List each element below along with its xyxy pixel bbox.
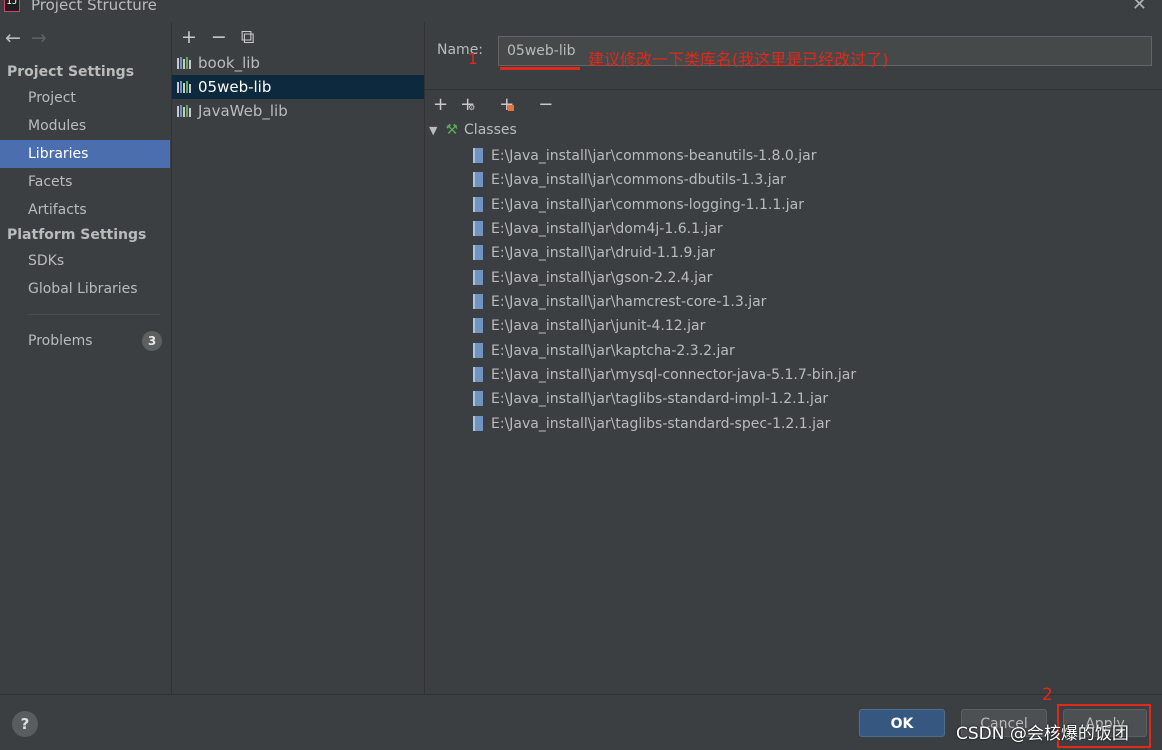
library-toolbar: + − ⧉ bbox=[181, 26, 268, 48]
dialog-footer: ? OK Cancel Apply 2 CSDN @会核爆的饭团 bbox=[0, 685, 1162, 750]
nav-item-facets[interactable]: Facets bbox=[0, 168, 170, 196]
expand-arrow-icon[interactable]: ▼ bbox=[429, 124, 437, 137]
jar-icon bbox=[473, 197, 483, 212]
library-icon bbox=[177, 57, 191, 69]
class-path-item[interactable]: E:\Java_install\jar\junit-4.12.jar bbox=[473, 314, 705, 338]
library-icon bbox=[177, 105, 191, 117]
project-settings-header: Project Settings bbox=[7, 64, 135, 80]
problems-count-badge: 3 bbox=[142, 331, 162, 351]
class-path-item[interactable]: E:\Java_install\jar\commons-logging-1.1.… bbox=[473, 193, 804, 217]
library-item-label: JavaWeb_lib bbox=[198, 102, 288, 120]
class-path-item[interactable]: E:\Java_install\jar\commons-dbutils-1.3.… bbox=[473, 168, 786, 192]
class-path-label: E:\Java_install\jar\commons-beanutils-1.… bbox=[491, 148, 817, 164]
class-path-item[interactable]: E:\Java_install\jar\commons-beanutils-1.… bbox=[473, 144, 816, 168]
jar-icon bbox=[473, 221, 483, 236]
classes-tree-root[interactable]: ▼ ⚒ Classes bbox=[429, 122, 517, 138]
class-path-item[interactable]: E:\Java_install\jar\dom4j-1.6.1.jar bbox=[473, 217, 723, 241]
nav-item-artifacts[interactable]: Artifacts bbox=[0, 196, 170, 224]
jar-icon bbox=[473, 294, 483, 309]
jar-icon bbox=[473, 318, 483, 333]
class-path-label: E:\Java_install\jar\hamcrest-core-1.3.ja… bbox=[491, 294, 767, 310]
class-path-label: E:\Java_install\jar\taglibs-standard-spe… bbox=[491, 416, 831, 432]
library-icon bbox=[177, 81, 191, 93]
class-path-label: E:\Java_install\jar\commons-dbutils-1.3.… bbox=[491, 172, 786, 188]
class-path-item[interactable]: E:\Java_install\jar\gson-2.2.4.jar bbox=[473, 266, 712, 290]
annotation-underline bbox=[500, 67, 580, 70]
jar-icon bbox=[473, 416, 483, 431]
library-detail-panel: Name: 05web-lib 1 建议修改一下类库名(我这里是已经改过了) +… bbox=[425, 22, 1162, 694]
class-path-label: E:\Java_install\jar\gson-2.2.4.jar bbox=[491, 270, 713, 286]
class-path-item[interactable]: E:\Java_install\jar\mysql-connector-java… bbox=[473, 363, 856, 387]
add-library-icon[interactable]: + bbox=[181, 26, 197, 48]
intellij-app-icon: IJ bbox=[4, 0, 20, 12]
class-path-label: E:\Java_install\jar\kaptcha-2.3.2.jar bbox=[491, 343, 735, 359]
class-path-label: E:\Java_install\jar\dom4j-1.6.1.jar bbox=[491, 221, 723, 237]
jar-icon bbox=[473, 172, 483, 187]
library-item[interactable]: JavaWeb_lib bbox=[172, 99, 424, 123]
back-arrow-icon[interactable]: ← bbox=[5, 27, 21, 49]
class-path-item[interactable]: E:\Java_install\jar\druid-1.1.9.jar bbox=[473, 241, 715, 265]
history-arrows: ← → bbox=[5, 27, 57, 49]
nav-item-global-libraries[interactable]: Global Libraries bbox=[0, 275, 170, 303]
class-path-item[interactable]: E:\Java_install\jar\hamcrest-core-1.3.ja… bbox=[473, 290, 766, 314]
library-item-label: 05web-lib bbox=[198, 78, 272, 96]
class-path-item[interactable]: E:\Java_install\jar\taglibs-standard-spe… bbox=[473, 412, 830, 436]
class-path-label: E:\Java_install\jar\mysql-connector-java… bbox=[491, 367, 857, 383]
annotation-text: 建议修改一下类库名(我这里是已经改过了) bbox=[588, 50, 889, 69]
class-path-label: E:\Java_install\jar\commons-logging-1.1.… bbox=[491, 197, 804, 213]
classes-toolbar: + + ⚙ + − bbox=[433, 94, 565, 115]
jar-icon bbox=[473, 270, 483, 285]
close-icon[interactable]: ✕ bbox=[1132, 0, 1147, 15]
help-button[interactable]: ? bbox=[12, 711, 38, 737]
annotation-number-2: 2 bbox=[1042, 685, 1053, 705]
library-list-panel: + − ⧉ book_lib 05web-lib JavaWeb_lib bbox=[171, 22, 425, 694]
jar-icon bbox=[473, 343, 483, 358]
classes-hammer-icon: ⚒ bbox=[445, 122, 459, 138]
nav-divider bbox=[28, 314, 160, 315]
title-bar: IJ Project Structure ✕ bbox=[0, 0, 1162, 20]
window-title: Project Structure bbox=[31, 0, 157, 14]
ok-button[interactable]: OK bbox=[859, 709, 945, 737]
nav-item-sdks[interactable]: SDKs bbox=[0, 247, 170, 275]
nav-item-modules[interactable]: Modules bbox=[0, 112, 170, 140]
nav-item-libraries[interactable]: Libraries bbox=[0, 140, 170, 168]
class-path-item[interactable]: E:\Java_install\jar\kaptcha-2.3.2.jar bbox=[473, 339, 735, 363]
copy-library-icon[interactable]: ⧉ bbox=[241, 26, 255, 48]
settings-nav: ← → Project Settings Project Modules Libr… bbox=[0, 22, 170, 694]
class-path-label: E:\Java_install\jar\junit-4.12.jar bbox=[491, 318, 706, 334]
jar-icon bbox=[473, 245, 483, 260]
add-icon[interactable]: + bbox=[433, 94, 448, 115]
class-path-label: E:\Java_install\jar\druid-1.1.9.jar bbox=[491, 245, 716, 261]
library-item-selected[interactable]: 05web-lib bbox=[172, 75, 424, 99]
library-item-label: book_lib bbox=[198, 54, 260, 72]
class-path-label: E:\Java_install\jar\taglibs-standard-imp… bbox=[491, 391, 829, 407]
jar-icon bbox=[473, 391, 483, 406]
add-jar-icon[interactable]: + bbox=[499, 94, 526, 115]
watermark: CSDN @会核爆的饭团 bbox=[956, 724, 1129, 744]
library-item[interactable]: book_lib bbox=[172, 51, 424, 75]
annotation-number-1: 1 bbox=[468, 50, 478, 68]
platform-settings-header: Platform Settings bbox=[7, 227, 147, 243]
class-path-item[interactable]: E:\Java_install\jar\taglibs-standard-imp… bbox=[473, 387, 828, 411]
add-with-settings-icon[interactable]: + ⚙ bbox=[460, 94, 487, 115]
forward-arrow-icon[interactable]: → bbox=[31, 27, 47, 49]
remove-library-icon[interactable]: − bbox=[211, 26, 227, 48]
jar-icon bbox=[473, 148, 483, 163]
remove-icon[interactable]: − bbox=[538, 94, 553, 115]
classes-label: Classes bbox=[464, 122, 517, 138]
detail-divider bbox=[425, 89, 1162, 90]
jar-icon bbox=[473, 367, 483, 382]
nav-item-project[interactable]: Project bbox=[0, 84, 170, 112]
